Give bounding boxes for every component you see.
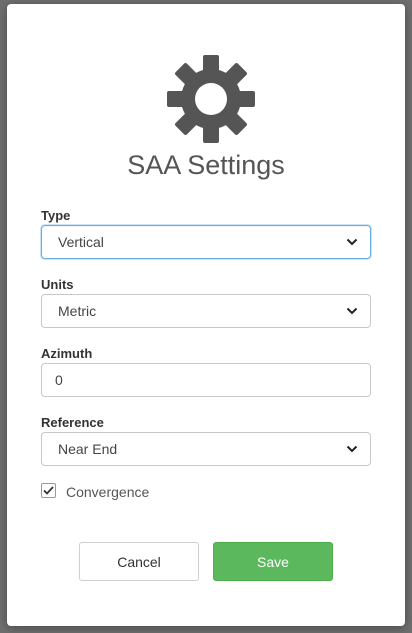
save-button[interactable]: Save <box>213 542 333 581</box>
reference-select[interactable]: Near End <box>41 432 371 466</box>
azimuth-label: Azimuth <box>41 346 93 361</box>
convergence-checkbox[interactable] <box>41 483 56 498</box>
chevron-down-icon <box>346 307 358 315</box>
units-select-value: Metric <box>58 303 97 319</box>
type-select-value: Vertical <box>58 234 104 250</box>
cancel-button[interactable]: Cancel <box>79 542 199 581</box>
checkmark-icon <box>43 486 54 495</box>
convergence-label[interactable]: Convergence <box>66 484 149 500</box>
dialog-title: SAA Settings <box>127 150 285 180</box>
reference-label: Reference <box>41 415 104 430</box>
chevron-down-icon <box>346 238 358 246</box>
chevron-down-icon <box>346 445 358 453</box>
azimuth-input[interactable]: 0 <box>41 363 371 397</box>
units-label: Units <box>41 277 74 292</box>
gear-icon <box>167 55 255 143</box>
reference-select-value: Near End <box>58 441 118 457</box>
type-label: Type <box>41 208 71 223</box>
settings-dialog: SAA Settings Type Vertical Units Metric … <box>7 4 405 626</box>
units-select[interactable]: Metric <box>41 294 371 328</box>
azimuth-input-value: 0 <box>55 372 63 388</box>
type-select[interactable]: Vertical <box>41 225 371 259</box>
